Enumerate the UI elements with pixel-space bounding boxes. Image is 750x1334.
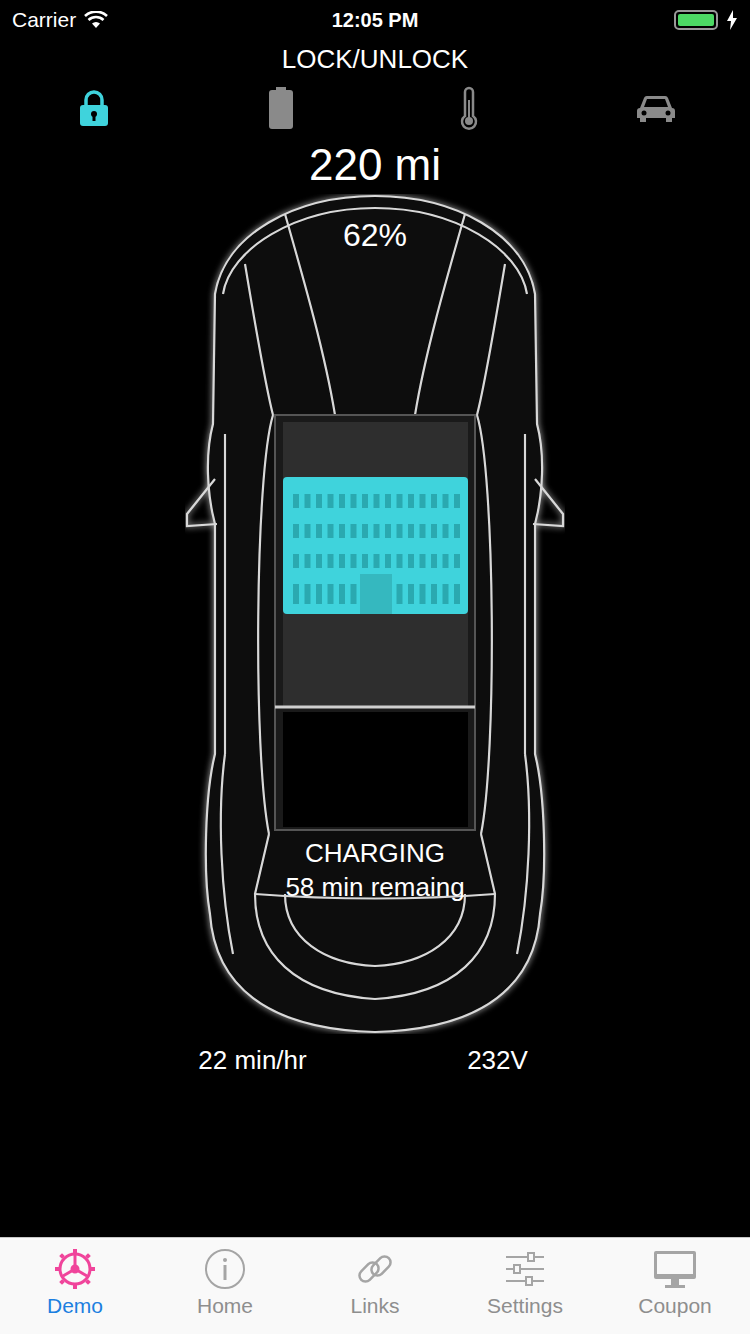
info-icon[interactable] — [204, 1248, 246, 1290]
tab-item[interactable]: Home — [150, 1238, 300, 1334]
sliders-icon[interactable] — [504, 1248, 546, 1290]
tab-label[interactable]: Home — [197, 1294, 253, 1318]
charge-status: CHARGING — [185, 836, 565, 870]
battery-fill — [678, 14, 714, 26]
voltage: 232V — [375, 1044, 620, 1076]
car-outline-icon — [185, 194, 565, 1034]
tab-label[interactable]: Demo — [47, 1294, 103, 1318]
tab-item[interactable]: Links — [300, 1238, 450, 1334]
status-left: Carrier — [12, 8, 212, 32]
monitor-icon[interactable] — [652, 1248, 698, 1290]
charge-rate: 22 min/hr — [130, 1044, 375, 1076]
range-label: 220 mi — [0, 140, 750, 190]
charge-remaining: 58 min remaing — [185, 870, 565, 904]
car-button[interactable] — [626, 84, 686, 132]
demo-icon[interactable] — [54, 1248, 96, 1290]
tab-label[interactable]: Coupon — [638, 1294, 712, 1318]
tab-bar: Demo Home Links Settings Coupon — [0, 1237, 750, 1334]
status-right — [538, 10, 738, 30]
car-diagram: 62% CHARGING58 min remaing — [185, 194, 565, 1034]
tab-label[interactable]: Settings — [487, 1294, 563, 1318]
mode-bar — [0, 84, 750, 132]
carrier-label: Carrier — [12, 8, 76, 32]
lock-icon[interactable] — [78, 89, 110, 127]
car-icon[interactable] — [636, 94, 676, 122]
status-bar: Carrier 12:05 PM — [0, 0, 750, 40]
battery-icon — [674, 10, 718, 30]
tab-label[interactable]: Links — [350, 1294, 399, 1318]
charge-percent: 62% — [185, 216, 565, 254]
battery-button[interactable] — [251, 84, 311, 132]
clock: 12:05 PM — [332, 9, 419, 32]
wifi-icon — [84, 11, 108, 29]
page-title: LOCK/UNLOCK — [0, 40, 750, 74]
lock-button[interactable] — [64, 84, 124, 132]
battery-icon[interactable] — [269, 87, 293, 129]
thermometer-button[interactable] — [439, 84, 499, 132]
charge-stats: 22 min/hr232V — [0, 1034, 750, 1076]
thermometer-icon[interactable] — [458, 86, 480, 130]
tab-item[interactable]: Settings — [450, 1238, 600, 1334]
link-icon[interactable] — [354, 1248, 396, 1290]
tab-item[interactable]: Demo — [0, 1238, 150, 1334]
charging-bolt-icon — [726, 10, 738, 30]
tab-item[interactable]: Coupon — [600, 1238, 750, 1334]
charge-info: CHARGING58 min remaing — [185, 836, 565, 904]
